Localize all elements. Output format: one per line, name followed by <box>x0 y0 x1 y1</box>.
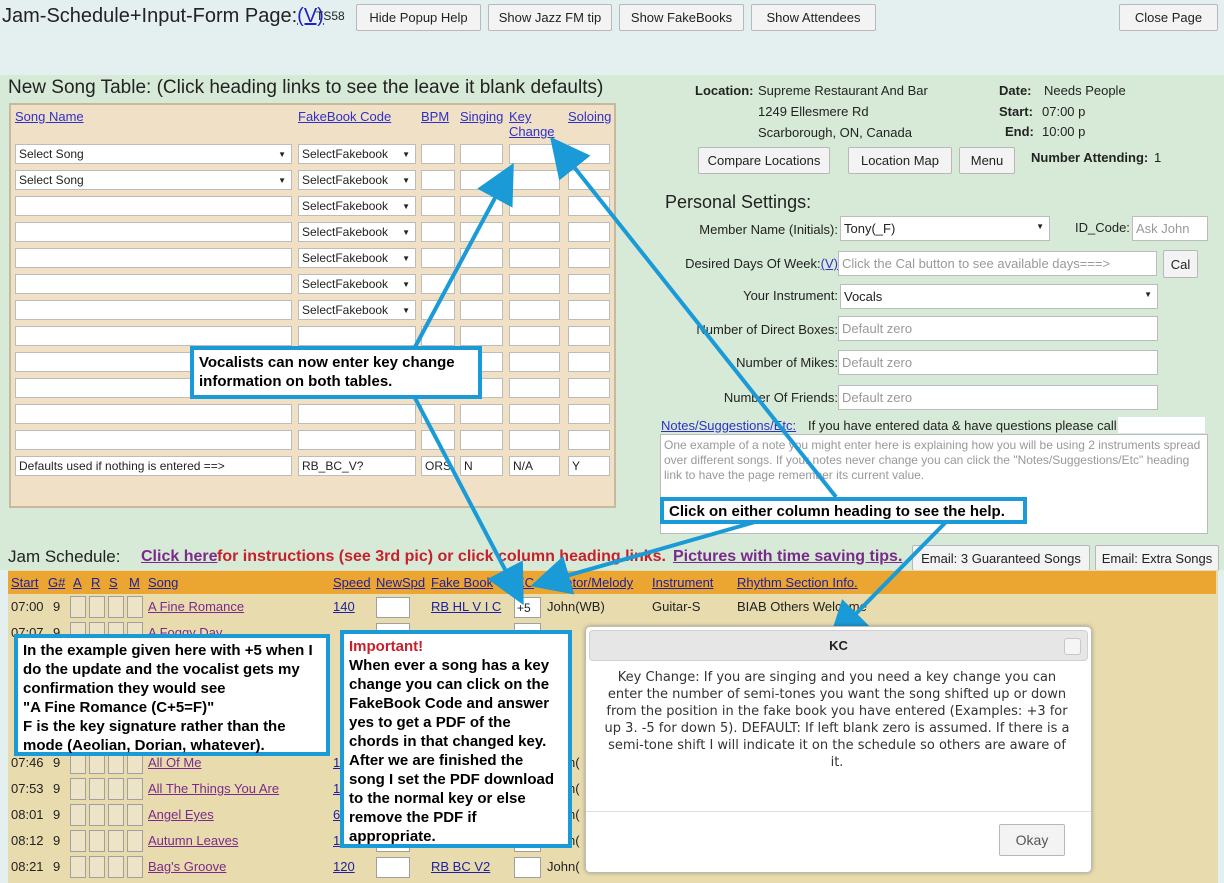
popup-divider <box>586 811 1091 812</box>
important-text: When ever a song has a key change you ca… <box>349 657 555 845</box>
arrow-to-key-change-header <box>550 136 838 499</box>
important-title: Important! <box>349 638 424 655</box>
arrow-to-kc-header <box>530 520 756 595</box>
popup-titlebar: KC <box>589 630 1088 661</box>
popup-body: Key Change: If you are singing and you n… <box>604 670 1070 770</box>
callout-important: Important! When ever a song has a key cha… <box>340 630 572 848</box>
arrow-to-popup <box>828 520 948 642</box>
callout-vocalists: Vocalists can now enter key change infor… <box>190 346 482 399</box>
callout-click-either: Click on either column heading to see th… <box>660 497 1027 524</box>
popup-okay-button[interactable]: Okay <box>999 824 1065 856</box>
popup-title: KC <box>829 638 848 653</box>
popup-close-icon[interactable] <box>1064 638 1081 655</box>
arrow-to-kc-input <box>413 397 524 606</box>
arrow-to-key-change-input <box>413 162 514 348</box>
callout-example: In the example given here with +5 when I… <box>14 634 330 756</box>
kc-help-popup: KC Key Change: If you are singing and yo… <box>585 626 1092 873</box>
